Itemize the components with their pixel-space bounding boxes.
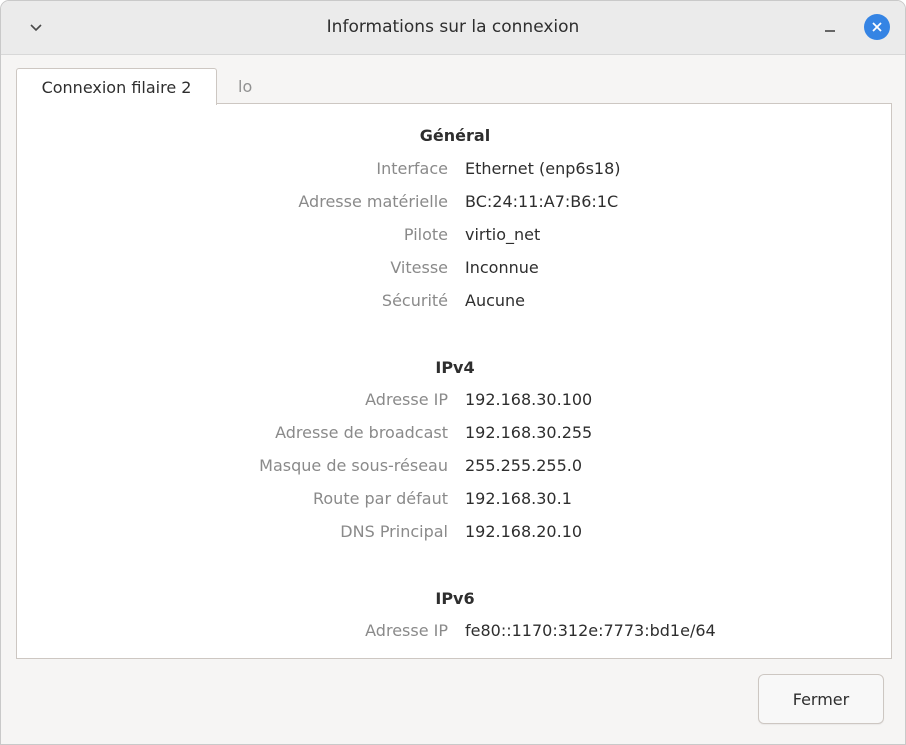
section-heading-ipv6: IPv6 bbox=[435, 589, 475, 608]
info-label: DNS Principal bbox=[340, 522, 448, 541]
info-value: 192.168.30.1 bbox=[465, 489, 572, 508]
info-row-interface: Interface Ethernet (enp6s18) bbox=[17, 159, 893, 183]
minimize-icon bbox=[825, 30, 835, 32]
info-value: virtio_net bbox=[465, 225, 541, 244]
minimize-button[interactable] bbox=[817, 15, 843, 41]
info-value: Aucune bbox=[465, 291, 526, 310]
info-row-ipv4-address: Adresse IP 192.168.30.100 bbox=[17, 390, 893, 414]
section-heading-general: Général bbox=[419, 126, 491, 145]
info-label: Interface bbox=[376, 159, 448, 178]
window-close-button[interactable] bbox=[864, 14, 890, 40]
info-row-driver: Pilote virtio_net bbox=[17, 225, 893, 249]
info-label: Route par défaut bbox=[312, 489, 448, 508]
info-value: BC:24:11:A7:B6:1C bbox=[465, 192, 619, 211]
info-label: Sécurité bbox=[381, 291, 448, 310]
connection-details-panel: Général Interface Ethernet (enp6s18) Adr… bbox=[16, 103, 892, 659]
info-value: 192.168.30.255 bbox=[465, 423, 593, 442]
info-row-broadcast: Adresse de broadcast 192.168.30.255 bbox=[17, 423, 893, 447]
tab-lo[interactable]: lo bbox=[222, 68, 268, 104]
info-label: Adresse matérielle bbox=[298, 192, 448, 211]
close-icon bbox=[872, 22, 882, 32]
info-value: Ethernet (enp6s18) bbox=[465, 159, 621, 178]
info-label: Adresse IP bbox=[365, 621, 448, 640]
info-label: Adresse de broadcast bbox=[275, 423, 448, 442]
info-row-default-route: Route par défaut 192.168.30.1 bbox=[17, 489, 893, 513]
info-value: 192.168.30.100 bbox=[465, 390, 593, 409]
info-label: Pilote bbox=[403, 225, 448, 244]
connection-info-dialog: Informations sur la connexion Connexion … bbox=[0, 0, 906, 745]
title-bar: Informations sur la connexion bbox=[1, 1, 905, 55]
info-value: fe80::1170:312e:7773:bd1e/64 bbox=[465, 621, 716, 640]
info-label: Masque de sous-réseau bbox=[259, 456, 448, 475]
close-dialog-button[interactable]: Fermer bbox=[758, 674, 884, 724]
info-label: Vitesse bbox=[390, 258, 448, 277]
info-value: 255.255.255.0 bbox=[465, 456, 583, 475]
info-row-security: Sécurité Aucune bbox=[17, 291, 893, 315]
info-value: 192.168.20.10 bbox=[465, 522, 583, 541]
info-row-speed: Vitesse Inconnue bbox=[17, 258, 893, 282]
info-value: Inconnue bbox=[465, 258, 539, 277]
info-row-primary-dns: DNS Principal 192.168.20.10 bbox=[17, 522, 893, 546]
info-label: Adresse IP bbox=[365, 390, 448, 409]
section-heading-ipv4: IPv4 bbox=[435, 358, 475, 377]
tab-connexion-filaire-2[interactable]: Connexion filaire 2 bbox=[16, 68, 217, 105]
info-row-ipv6-address: Adresse IP fe80::1170:312e:7773:bd1e/64 bbox=[17, 621, 893, 645]
window-title: Informations sur la connexion bbox=[326, 17, 580, 37]
info-row-subnet-mask: Masque de sous-réseau 255.255.255.0 bbox=[17, 456, 893, 480]
info-row-hardware-address: Adresse matérielle BC:24:11:A7:B6:1C bbox=[17, 192, 893, 216]
